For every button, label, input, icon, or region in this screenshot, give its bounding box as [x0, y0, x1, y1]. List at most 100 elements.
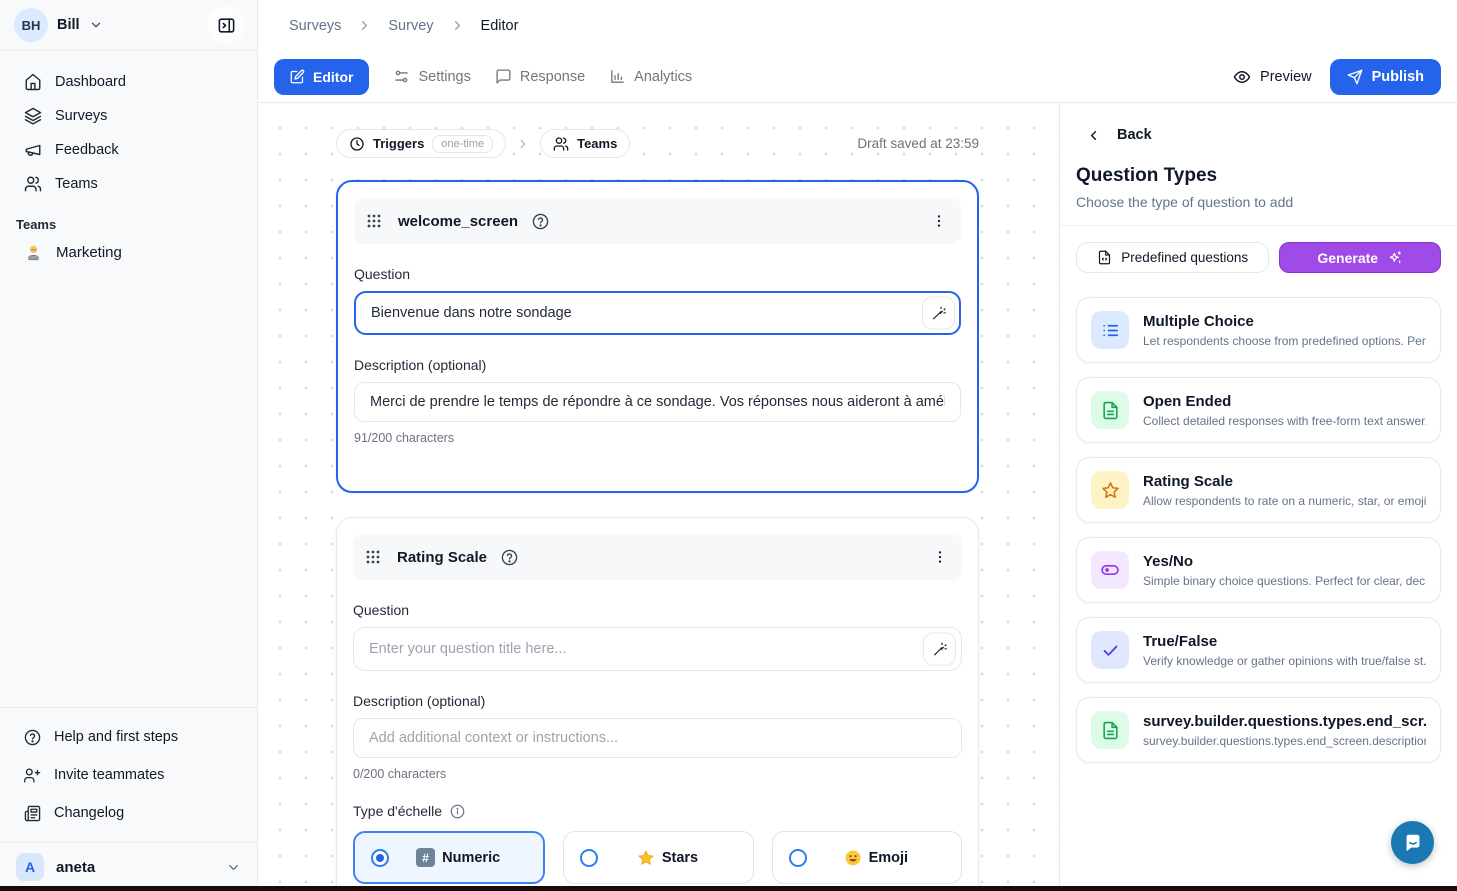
question-card-header: welcome_screen [354, 198, 961, 244]
question-type-rating-scale[interactable]: Rating Scale Allow respondents to rate o… [1076, 457, 1441, 523]
scale-type-options: # Numeric Stars Emoji [353, 831, 962, 884]
scale-option-emoji[interactable]: Emoji [772, 831, 962, 884]
scale-type-label: Type d'échelle [353, 803, 962, 819]
question-card-title: welcome_screen [398, 213, 518, 230]
sidebar-item-changelog[interactable]: Changelog [0, 794, 257, 832]
teams-chip[interactable]: Teams [540, 129, 630, 158]
chat-launcher-button[interactable] [1391, 821, 1434, 864]
account-name: aneta [56, 859, 95, 876]
sidebar-nav: Dashboard Surveys Feedback Teams Teams M… [0, 51, 257, 272]
question-type-name: Yes/No [1143, 553, 1426, 570]
breadcrumb-survey[interactable]: Survey [388, 18, 433, 34]
megaphone-icon [24, 141, 42, 159]
question-description-input[interactable] [353, 718, 962, 758]
chat-smile-icon [1402, 832, 1424, 854]
tab-editor[interactable]: Editor [274, 59, 369, 95]
char-counter: 91/200 characters [354, 431, 961, 445]
document-icon [1091, 391, 1129, 429]
chevron-down-icon [89, 18, 103, 32]
sidebar-item-help[interactable]: Help and first steps [0, 718, 257, 756]
panel-collapse-icon [217, 16, 236, 35]
newspaper-icon [24, 805, 41, 822]
sidebar-item-team-marketing[interactable]: Marketing [0, 232, 257, 272]
question-type-description: Let respondents choose from predefined o… [1143, 334, 1426, 348]
tab-label: Response [520, 69, 585, 85]
panel-title: Question Types [1076, 165, 1441, 187]
eye-icon [1233, 68, 1251, 86]
tab-label: Settings [418, 69, 470, 85]
sparkles-icon [1387, 250, 1403, 266]
question-type-description: Collect detailed responses with free-for… [1143, 414, 1426, 428]
teams-section-label: Teams [0, 217, 257, 232]
scale-option-stars[interactable]: Stars [563, 831, 753, 884]
question-type-open-ended[interactable]: Open Ended Collect detailed responses wi… [1076, 377, 1441, 443]
drag-handle-icon[interactable] [363, 547, 383, 567]
question-type-end-screen[interactable]: survey.builder.questions.types.end_scr..… [1076, 697, 1441, 763]
generate-button[interactable]: Generate [1279, 242, 1441, 273]
tab-analytics[interactable]: Analytics [609, 68, 692, 85]
question-field-label: Question [354, 266, 961, 282]
description-field-label: Description (optional) [354, 357, 961, 373]
question-type-name: survey.builder.questions.types.end_scr..… [1143, 713, 1426, 730]
tab-settings[interactable]: Settings [393, 68, 470, 85]
sidebar: BH Bill Dashboard Surveys Feedback Teams… [0, 0, 258, 891]
sidebar-item-surveys[interactable]: Surveys [0, 99, 257, 133]
predefined-questions-button[interactable]: Predefined questions [1076, 242, 1269, 273]
back-button[interactable]: Back [1076, 119, 1441, 143]
drag-handle-icon[interactable] [364, 211, 384, 231]
question-type-list: Multiple Choice Let respondents choose f… [1076, 297, 1441, 763]
question-field-label: Question [353, 602, 962, 618]
question-type-yes-no[interactable]: Yes/No Simple binary choice questions. P… [1076, 537, 1441, 603]
sidebar-item-label: Dashboard [55, 74, 126, 90]
wand-icon [931, 305, 947, 321]
footer-item-label: Changelog [54, 805, 124, 821]
radio-unselected[interactable] [580, 849, 598, 867]
question-card-welcome-screen[interactable]: welcome_screen Question Description (opt… [336, 180, 979, 493]
chat-bubble-icon [495, 68, 512, 85]
kebab-menu-icon[interactable] [932, 549, 948, 565]
description-field-label: Description (optional) [353, 693, 962, 709]
help-circle-icon[interactable] [501, 549, 518, 566]
question-type-multiple-choice[interactable]: Multiple Choice Let respondents choose f… [1076, 297, 1441, 363]
sidebar-item-feedback[interactable]: Feedback [0, 133, 257, 167]
back-label: Back [1117, 127, 1152, 143]
preview-button[interactable]: Preview [1233, 68, 1312, 86]
question-types-panel: Back Question Types Choose the type of q… [1059, 103, 1457, 891]
question-card-rating-scale[interactable]: Rating Scale Question Description (optio… [336, 517, 979, 891]
question-title-input[interactable] [354, 291, 961, 335]
editor-toolbar: Editor Settings Response Analytics Previ… [258, 51, 1457, 103]
sliders-icon [393, 68, 410, 85]
footer-item-label: Help and first steps [54, 729, 178, 745]
account-menu[interactable]: A aneta [0, 842, 257, 891]
question-title-input[interactable] [353, 627, 962, 671]
sidebar-item-invite[interactable]: Invite teammates [0, 756, 257, 794]
window-bottom-edge [0, 886, 1457, 891]
magic-wand-button[interactable] [922, 297, 955, 330]
help-circle-icon[interactable] [532, 213, 549, 230]
sidebar-item-teams[interactable]: Teams [0, 167, 257, 201]
scale-option-numeric[interactable]: # Numeric [353, 831, 545, 884]
generate-label: Generate [1317, 250, 1378, 266]
sidebar-item-label: Surveys [55, 108, 107, 124]
sidebar-collapse-button[interactable] [207, 6, 245, 44]
publish-button[interactable]: Publish [1330, 59, 1441, 95]
help-circle-icon [24, 729, 41, 746]
radio-selected[interactable] [371, 849, 389, 867]
question-card-title: Rating Scale [397, 549, 487, 566]
question-description-input[interactable] [354, 382, 961, 422]
users-icon [24, 175, 42, 193]
triggers-chip[interactable]: Triggers one-time [336, 129, 506, 158]
magic-wand-button[interactable] [923, 633, 956, 666]
publish-label: Publish [1372, 69, 1424, 85]
kebab-menu-icon[interactable] [931, 213, 947, 229]
tab-response[interactable]: Response [495, 68, 585, 85]
breadcrumb-surveys[interactable]: Surveys [289, 18, 341, 34]
info-icon[interactable] [450, 804, 465, 819]
radio-unselected[interactable] [789, 849, 807, 867]
user-plus-icon [24, 767, 41, 784]
workspace-switcher[interactable]: BH Bill [0, 0, 257, 51]
smiley-icon [844, 849, 862, 867]
sidebar-item-dashboard[interactable]: Dashboard [0, 65, 257, 99]
question-type-true-false[interactable]: True/False Verify knowledge or gather op… [1076, 617, 1441, 683]
avatar: A [16, 853, 44, 881]
